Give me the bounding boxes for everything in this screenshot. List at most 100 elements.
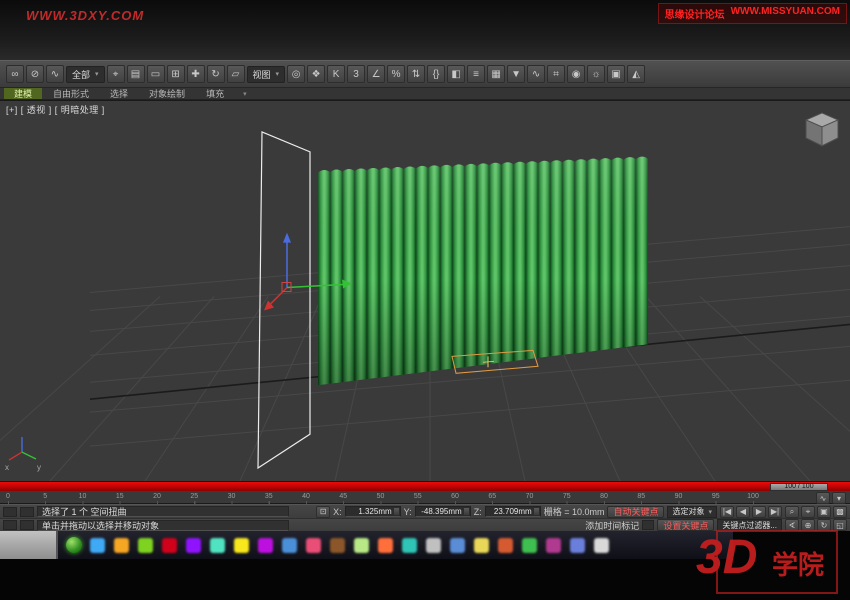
curtain-object[interactable] — [318, 150, 648, 385]
track-bar[interactable]: ∿ ▾ 051015202530354045505560657075808590… — [0, 491, 850, 504]
taskbar-app-icon[interactable] — [354, 538, 369, 553]
use-pivot-center-icon[interactable]: ◎ — [287, 65, 305, 83]
taskbar-app-icon[interactable] — [330, 538, 345, 553]
add-time-tag[interactable]: 添加时间标记 — [585, 519, 654, 532]
rectangular-selection-icon[interactable]: ▭ — [147, 65, 165, 83]
open-mini-curve-editor-icon[interactable]: ∿ — [816, 492, 830, 504]
taskbar-app-icon[interactable] — [138, 538, 153, 553]
reference-coordinate-combo[interactable]: 视图▾ — [247, 66, 286, 83]
taskbar-app-icon[interactable] — [498, 538, 513, 553]
ribbon-tabs: 建模自由形式选择对象绘制填充 ▾ — [0, 88, 850, 100]
taskbar-app-icon[interactable] — [570, 538, 585, 553]
taskbar-app-icon[interactable] — [258, 538, 273, 553]
rendered-frame-icon[interactable]: ▣ — [607, 65, 625, 83]
taskbar-app-icon[interactable] — [210, 538, 225, 553]
spinner-snap-icon[interactable]: ⇅ — [407, 65, 425, 83]
mirror-icon[interactable]: ◧ — [447, 65, 465, 83]
curve-editor-icon[interactable]: ∿ — [527, 65, 545, 83]
zoom-extents-icon[interactable]: ▣ — [817, 506, 831, 518]
selection-set-combo[interactable]: 选定对象 ▾ — [667, 506, 717, 518]
taskbar-app-icon[interactable] — [114, 538, 129, 553]
y-coordinate-field[interactable]: -48.395mm — [415, 506, 471, 517]
perspective-viewport[interactable]: xy [+] [ 透视 ] [ 明暗处理 ] — [0, 100, 850, 481]
frame-tick-40: 40 — [302, 493, 310, 500]
maxscript-mini-listener[interactable] — [3, 507, 17, 517]
time-tag-field[interactable] — [642, 520, 654, 530]
watermark-logo-3d: 3D — [696, 525, 757, 591]
frame-tick-10: 10 — [79, 493, 87, 500]
ribbon-minimize-icon[interactable]: ▾ — [243, 88, 247, 99]
taskbar-app-icon[interactable] — [450, 538, 465, 553]
chevron-down-icon: ▾ — [95, 70, 99, 78]
z-coordinate-field[interactable]: 23.709mm — [485, 506, 541, 517]
angle-snap-icon[interactable]: ∠ — [367, 65, 385, 83]
select-by-name-icon[interactable]: ▤ — [127, 65, 145, 83]
go-to-end-icon[interactable]: ▶| — [768, 506, 782, 518]
taskbar-app-icon[interactable] — [186, 538, 201, 553]
window-crossing-icon[interactable]: ⊞ — [167, 65, 185, 83]
taskbar-app-icon[interactable] — [594, 538, 609, 553]
zoom-extents-all-icon[interactable]: ▩ — [833, 506, 847, 518]
frame-tick-60: 60 — [451, 493, 459, 500]
snap-toggle-3d-icon[interactable]: 3 — [347, 65, 365, 83]
time-slider[interactable]: 100 / 100 — [0, 481, 850, 491]
taskbar-app-icon[interactable] — [306, 538, 321, 553]
windows-taskbar[interactable] — [0, 531, 733, 559]
schematic-view-icon[interactable]: ⌗ — [547, 65, 565, 83]
zoom-icon[interactable]: ⌕ — [785, 506, 799, 518]
zoom-all-icon[interactable]: ⌖ — [801, 506, 815, 518]
maxscript-listener-toggle[interactable] — [20, 507, 34, 517]
align-icon[interactable]: ≡ — [467, 65, 485, 83]
previous-frame-icon[interactable]: ◀ — [736, 506, 750, 518]
select-and-link-icon[interactable]: ∞ — [6, 65, 24, 83]
layer-manager-icon[interactable]: ▦ — [487, 65, 505, 83]
unlink-selection-icon[interactable]: ⊘ — [26, 65, 44, 83]
taskbar-app-icon[interactable] — [282, 538, 297, 553]
ribbon-tab-3[interactable]: 选择 — [100, 88, 138, 99]
select-and-scale-icon[interactable]: ▱ — [227, 65, 245, 83]
selection-lock-toggle[interactable] — [20, 520, 34, 530]
select-and-manipulate-icon[interactable]: ❖ — [307, 65, 325, 83]
track-bar-filter-icon[interactable]: ▾ — [832, 492, 846, 504]
play-animation-icon[interactable]: ▶ — [752, 506, 766, 518]
selection-filter-combo[interactable]: 全部▾ — [66, 66, 105, 83]
keyboard-override-icon[interactable]: K — [327, 65, 345, 83]
title-area: WWW.3DXY.COM 思缘设计论坛 WWW.MISSYUAN.COM — [0, 0, 850, 60]
auto-key-button[interactable]: 自动关键点 — [607, 506, 664, 518]
select-and-rotate-icon[interactable]: ↻ — [207, 65, 225, 83]
taskbar-app-icon[interactable] — [234, 538, 249, 553]
render-setup-icon[interactable]: ☼ — [587, 65, 605, 83]
percent-snap-icon[interactable]: % — [387, 65, 405, 83]
material-editor-icon[interactable]: ◉ — [567, 65, 585, 83]
bind-to-space-warp-icon[interactable]: ∿ — [46, 65, 64, 83]
taskbar-app-icon[interactable] — [402, 538, 417, 553]
selection-lock-icon[interactable]: ⊡ — [316, 506, 330, 518]
taskbar-app-icon[interactable] — [426, 538, 441, 553]
taskbar-app-icon[interactable] — [162, 538, 177, 553]
frame-tick-55: 55 — [414, 493, 422, 500]
ribbon-tab-5[interactable]: 填充 — [196, 88, 234, 99]
tripod-y-label: y — [37, 463, 41, 472]
isolate-selection-toggle[interactable] — [3, 520, 17, 530]
ribbon-tab-2[interactable]: 自由形式 — [43, 88, 99, 99]
view-cube[interactable] — [806, 113, 838, 146]
time-slider-handle[interactable]: 100 / 100 — [770, 483, 828, 491]
go-to-start-icon[interactable]: |◀ — [720, 506, 734, 518]
taskbar-app-icon[interactable] — [546, 538, 561, 553]
select-object-icon[interactable]: ⌖ — [107, 65, 125, 83]
x-coordinate-label: X: — [333, 507, 342, 517]
ribbon-tab-4[interactable]: 对象绘制 — [139, 88, 195, 99]
track-bar-end-buttons: ∿ ▾ — [816, 492, 846, 504]
named-selection-sets-icon[interactable]: {} — [427, 65, 445, 83]
ribbon-tab-1[interactable]: 建模 — [4, 88, 42, 99]
taskbar-app-icon[interactable] — [90, 538, 105, 553]
taskbar-app-icon[interactable] — [474, 538, 489, 553]
start-button[interactable] — [66, 537, 82, 553]
select-and-move-icon[interactable]: ✚ — [187, 65, 205, 83]
viewport-label[interactable]: [+] [ 透视 ] [ 明暗处理 ] — [6, 103, 105, 116]
render-production-icon[interactable]: ◭ — [627, 65, 645, 83]
x-coordinate-field[interactable]: 1.325mm — [345, 506, 401, 517]
taskbar-app-icon[interactable] — [378, 538, 393, 553]
graphite-ribbon-icon[interactable]: ▼ — [507, 65, 525, 83]
taskbar-app-icon[interactable] — [522, 538, 537, 553]
